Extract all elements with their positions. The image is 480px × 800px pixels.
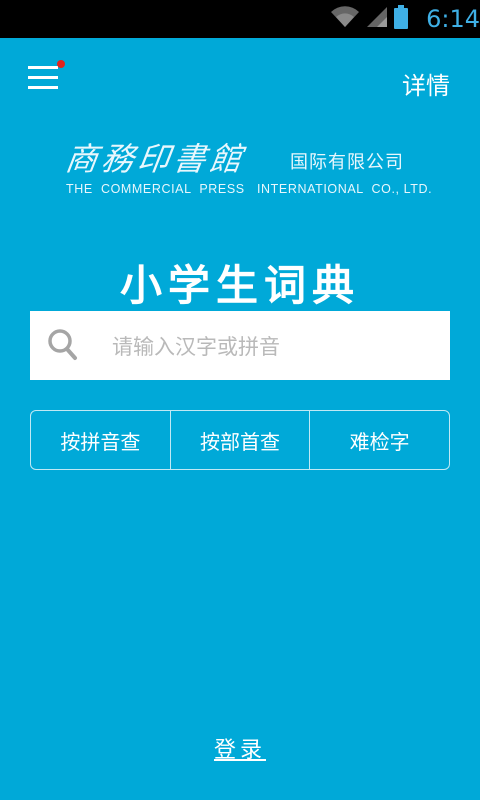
hard-characters-button[interactable]: 难检字 [309,411,449,469]
status-bar: 6:14 [0,0,480,38]
login-link[interactable]: 登录 [0,732,480,764]
radical-lookup-button[interactable]: 按部首查 [169,411,310,469]
status-time: 6:14 [426,5,480,33]
wifi-icon [330,6,360,32]
cell-signal-icon [366,6,388,32]
logo-chinese-subtitle: 国际有限公司 [290,152,404,173]
search-box[interactable] [30,311,450,382]
app-title: 小学生词典 [119,261,360,310]
pinyin-lookup-button[interactable]: 按拼音查 [31,411,170,469]
notification-dot [57,60,65,68]
detail-button[interactable]: 详情 [402,66,450,101]
battery-icon [394,5,409,33]
menu-button[interactable] [28,60,65,92]
status-icons [330,5,409,33]
logo-calligraphy: 商務印書館 [63,140,249,178]
search-input[interactable] [110,311,434,382]
lookup-button-group: 按拼音查 按部首查 难检字 [30,410,450,470]
search-icon[interactable] [48,329,78,365]
logo-english-name: THE COMMERCIAL PRESS INTERNATIONAL CO., … [66,182,433,196]
